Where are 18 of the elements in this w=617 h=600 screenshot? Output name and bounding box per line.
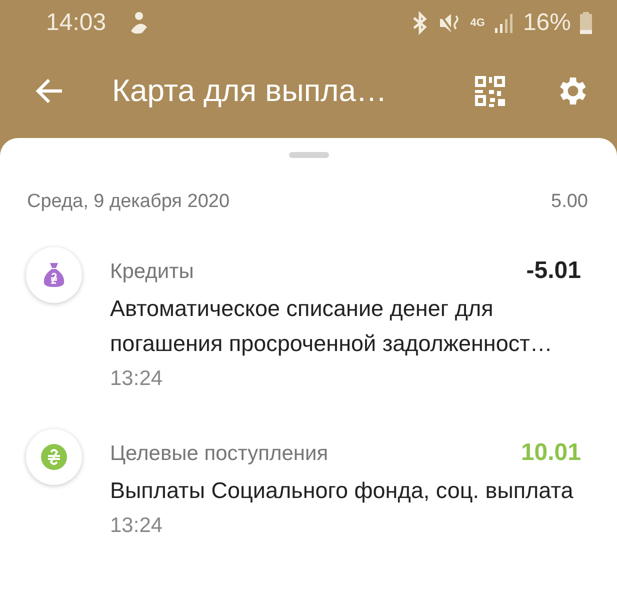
day-total: 5.00 xyxy=(551,191,588,213)
transaction-time: 13:24 xyxy=(110,367,164,391)
category-label: Кредиты xyxy=(110,260,194,284)
status-time: 14:03 xyxy=(46,8,106,36)
transaction-description: Выплаты Социального фонда, соц. выплата xyxy=(110,477,574,505)
battery-icon xyxy=(579,10,593,34)
transaction-time: 13:24 xyxy=(110,514,164,538)
amount: -5.01 xyxy=(526,257,581,285)
battery-percent: 16% xyxy=(522,8,571,36)
network-label: 4G xyxy=(470,18,485,28)
transaction-description: Автоматическое списание денег для погашения просроченной задолженност… xyxy=(110,295,554,358)
qr-code-icon xyxy=(473,74,507,108)
amount: 10.01 xyxy=(520,439,581,467)
signal-icon xyxy=(492,12,515,34)
date-heading: Среда, 9 декабря 2020 xyxy=(27,191,230,213)
screen-title: Карта для выпла… xyxy=(112,73,388,109)
drag-handle[interactable] xyxy=(288,152,328,158)
category-label: Целевые поступления xyxy=(110,442,328,466)
